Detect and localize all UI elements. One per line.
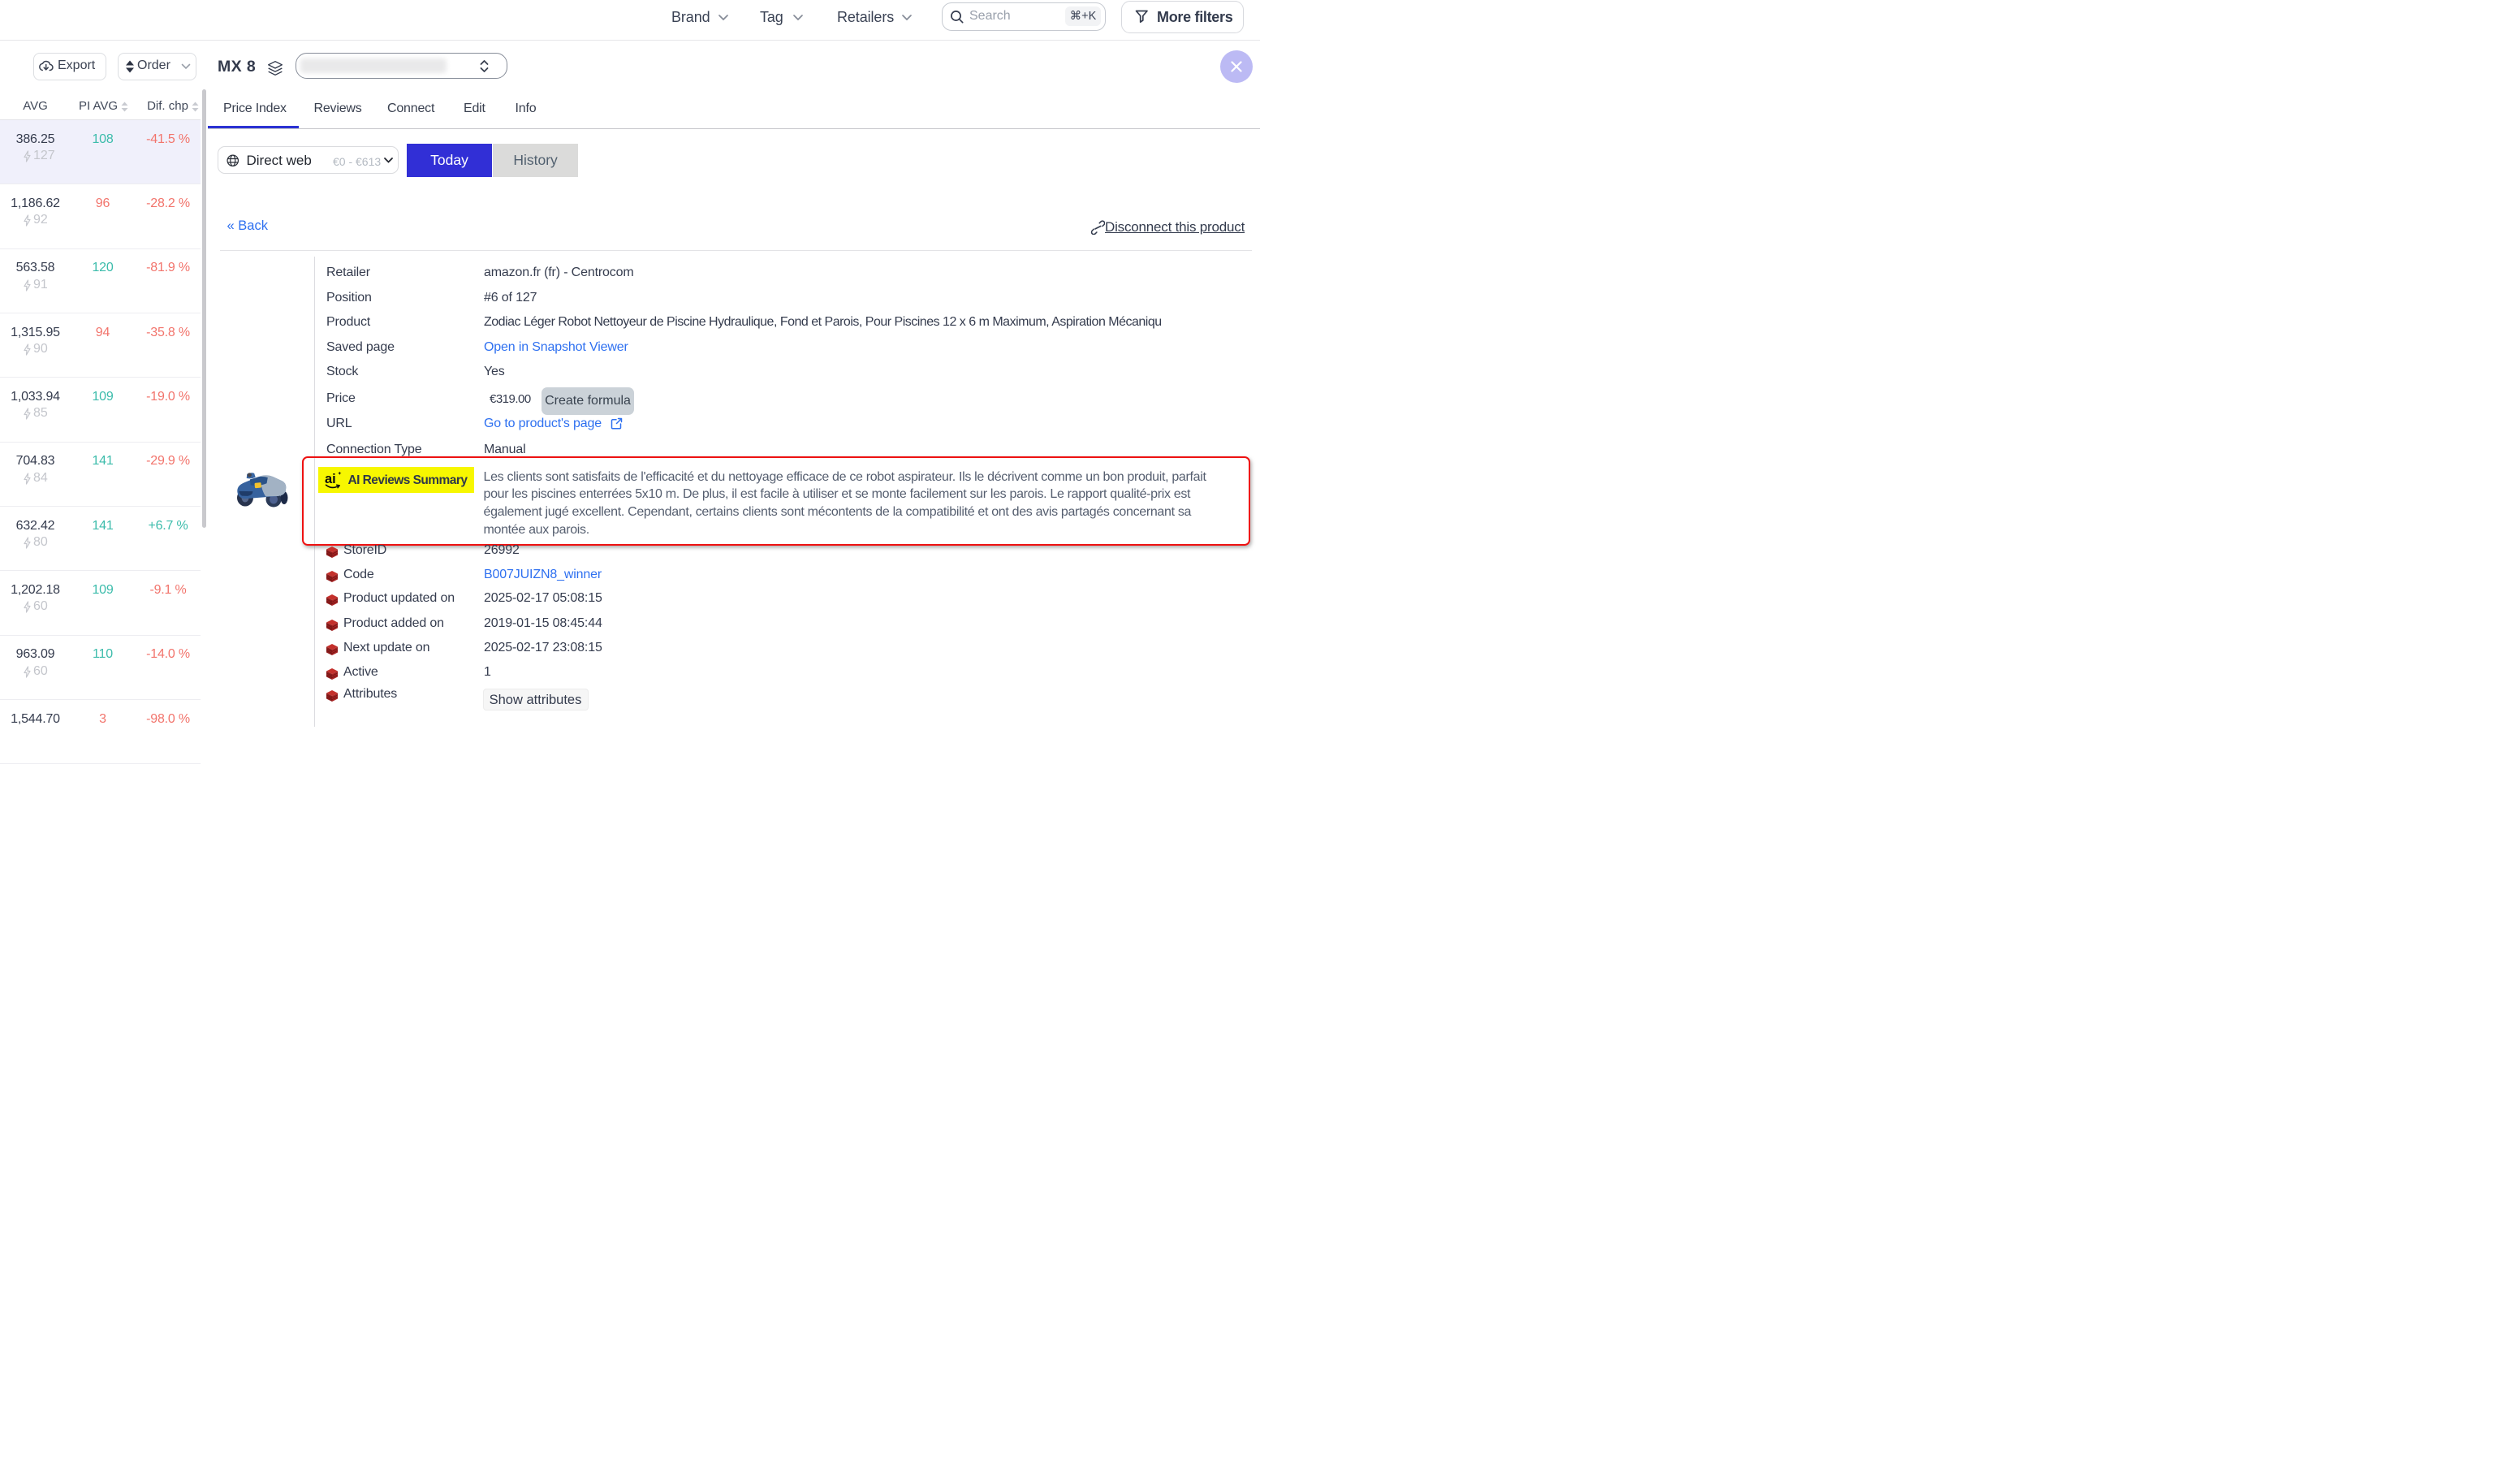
svg-text:ai: ai (325, 472, 336, 486)
